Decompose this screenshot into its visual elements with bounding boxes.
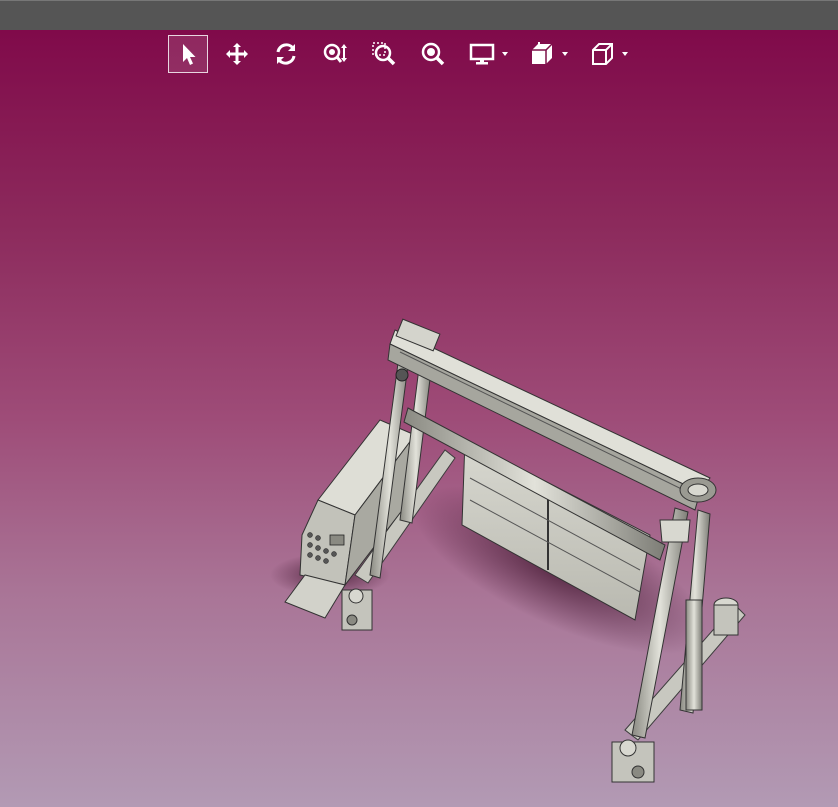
- chevron-down-icon[interactable]: [562, 52, 568, 56]
- right-front-wheel-assembly: [611, 739, 655, 783]
- zoom-fit-icon: [421, 42, 445, 66]
- right-back-wheel-assembly: [713, 597, 739, 636]
- control-panel-display: [329, 534, 345, 546]
- rotate-icon: [276, 43, 296, 65]
- rotate-tool-button[interactable]: [266, 35, 306, 73]
- view-orientation-button[interactable]: [582, 35, 622, 73]
- 3d-viewport[interactable]: [0, 30, 838, 807]
- display-style-icon: [469, 43, 495, 65]
- zoom-area-button[interactable]: [364, 35, 404, 73]
- title-bar: [0, 0, 838, 30]
- section-view-button[interactable]: [522, 35, 562, 73]
- section-view-icon: [532, 42, 553, 64]
- pulley-right: [679, 477, 717, 503]
- zoom-in-out-button[interactable]: [315, 35, 355, 73]
- pan-icon: [226, 43, 248, 65]
- select-tool-button[interactable]: [168, 35, 208, 73]
- section-view-dropdown[interactable]: [522, 35, 568, 73]
- view-orientation-dropdown[interactable]: [582, 35, 628, 73]
- right-gusset-plate: [659, 519, 691, 543]
- pan-tool-button[interactable]: [217, 35, 257, 73]
- beam-bolt-left: [395, 368, 409, 382]
- gantry-crane-model[interactable]: [0, 30, 838, 807]
- zoom-area-icon: [372, 42, 396, 66]
- chevron-down-icon[interactable]: [622, 52, 628, 56]
- select-arrow-icon: [183, 44, 196, 65]
- zoom-fit-button[interactable]: [413, 35, 453, 73]
- chevron-down-icon[interactable]: [502, 52, 508, 56]
- view-orientation-cube-icon: [592, 43, 613, 65]
- display-style-button[interactable]: [462, 35, 502, 73]
- view-toolbar: [168, 34, 642, 74]
- display-style-dropdown[interactable]: [462, 35, 508, 73]
- zoom-in-out-icon: [323, 43, 347, 63]
- right-hydraulic-cylinder: [685, 599, 703, 711]
- left-wheel-assembly: [341, 588, 373, 631]
